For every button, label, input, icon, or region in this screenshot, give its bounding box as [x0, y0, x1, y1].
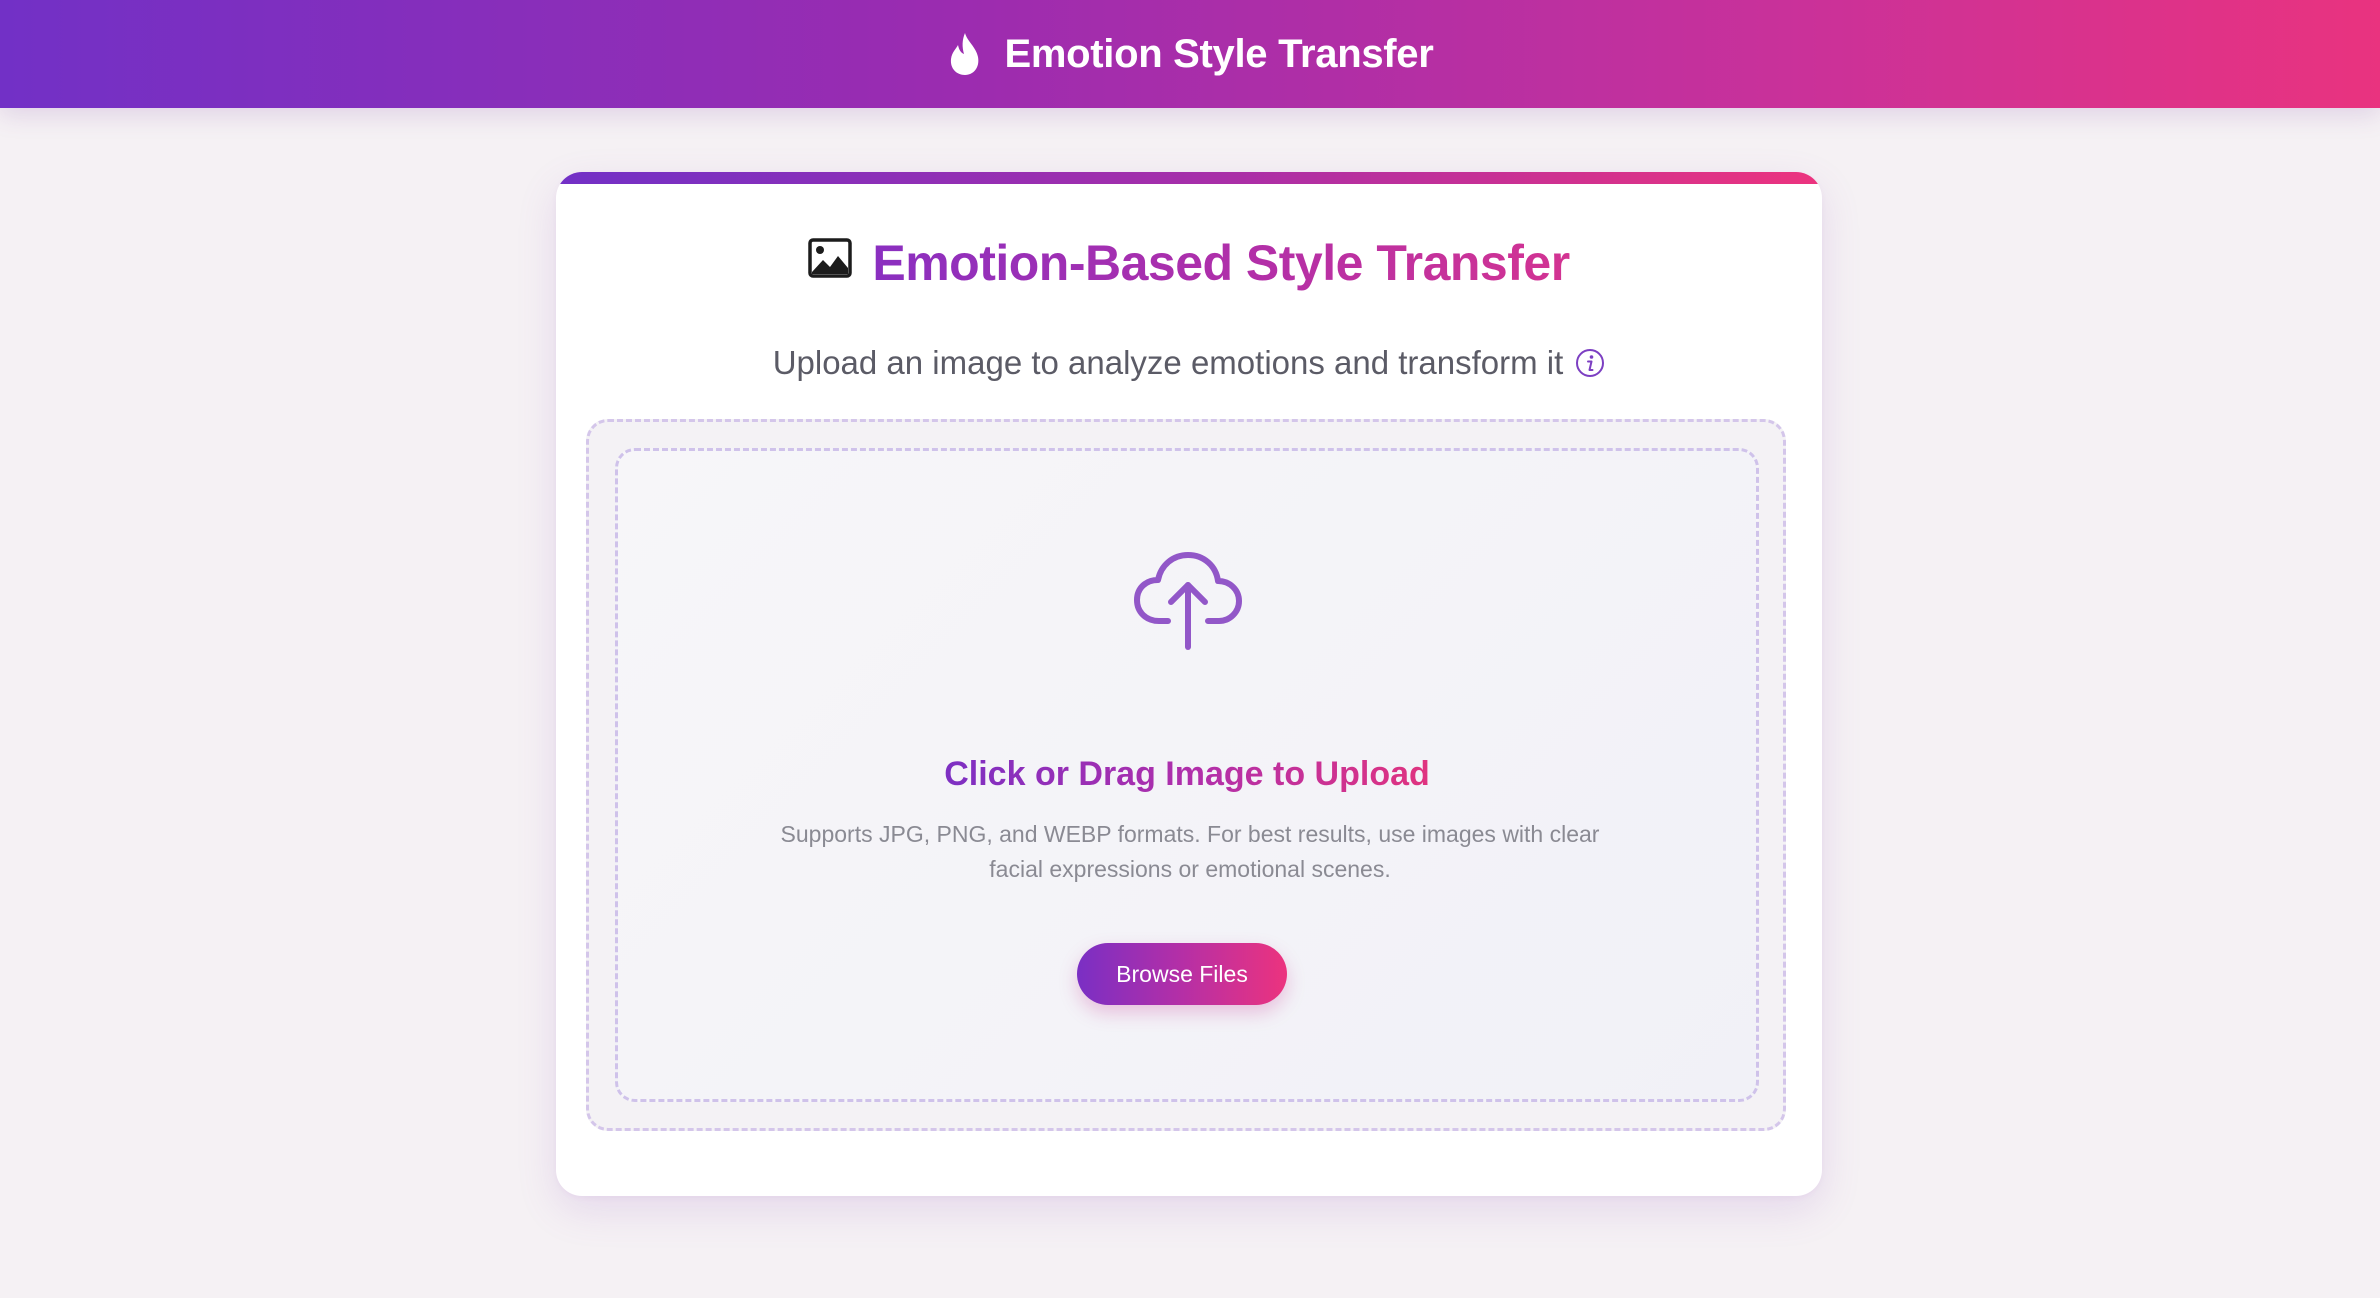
style-transfer-card: Emotion-Based Style Transfer Upload an i…	[556, 172, 1822, 1196]
subtitle-row: Upload an image to analyze emotions and …	[556, 344, 1822, 382]
upload-dropzone[interactable]: Click or Drag Image to Upload Supports J…	[586, 419, 1786, 1131]
upload-dropzone-inner[interactable]: Click or Drag Image to Upload Supports J…	[615, 448, 1759, 1102]
app-header: Emotion Style Transfer	[0, 0, 2380, 108]
cloud-upload-icon	[1134, 552, 1242, 650]
card-accent-bar	[556, 172, 1822, 184]
upload-title: Click or Drag Image to Upload	[618, 755, 1756, 794]
card-subtitle: Upload an image to analyze emotions and …	[772, 344, 1564, 381]
upload-description: Supports JPG, PNG, and WEBP formats. For…	[780, 821, 1600, 882]
app-header-content: Emotion Style Transfer	[946, 31, 1434, 77]
upload-title-text: Click or Drag Image to Upload	[944, 755, 1430, 793]
browse-files-button[interactable]: Browse Files	[1077, 943, 1287, 1005]
app-title: Emotion Style Transfer	[1004, 31, 1434, 76]
card-title: Emotion-Based Style Transfer	[872, 235, 1570, 291]
info-icon[interactable]	[1575, 348, 1605, 378]
flame-icon	[951, 33, 979, 75]
picture-icon	[808, 238, 853, 278]
card-heading: Emotion-Based Style Transfer	[556, 234, 1822, 292]
